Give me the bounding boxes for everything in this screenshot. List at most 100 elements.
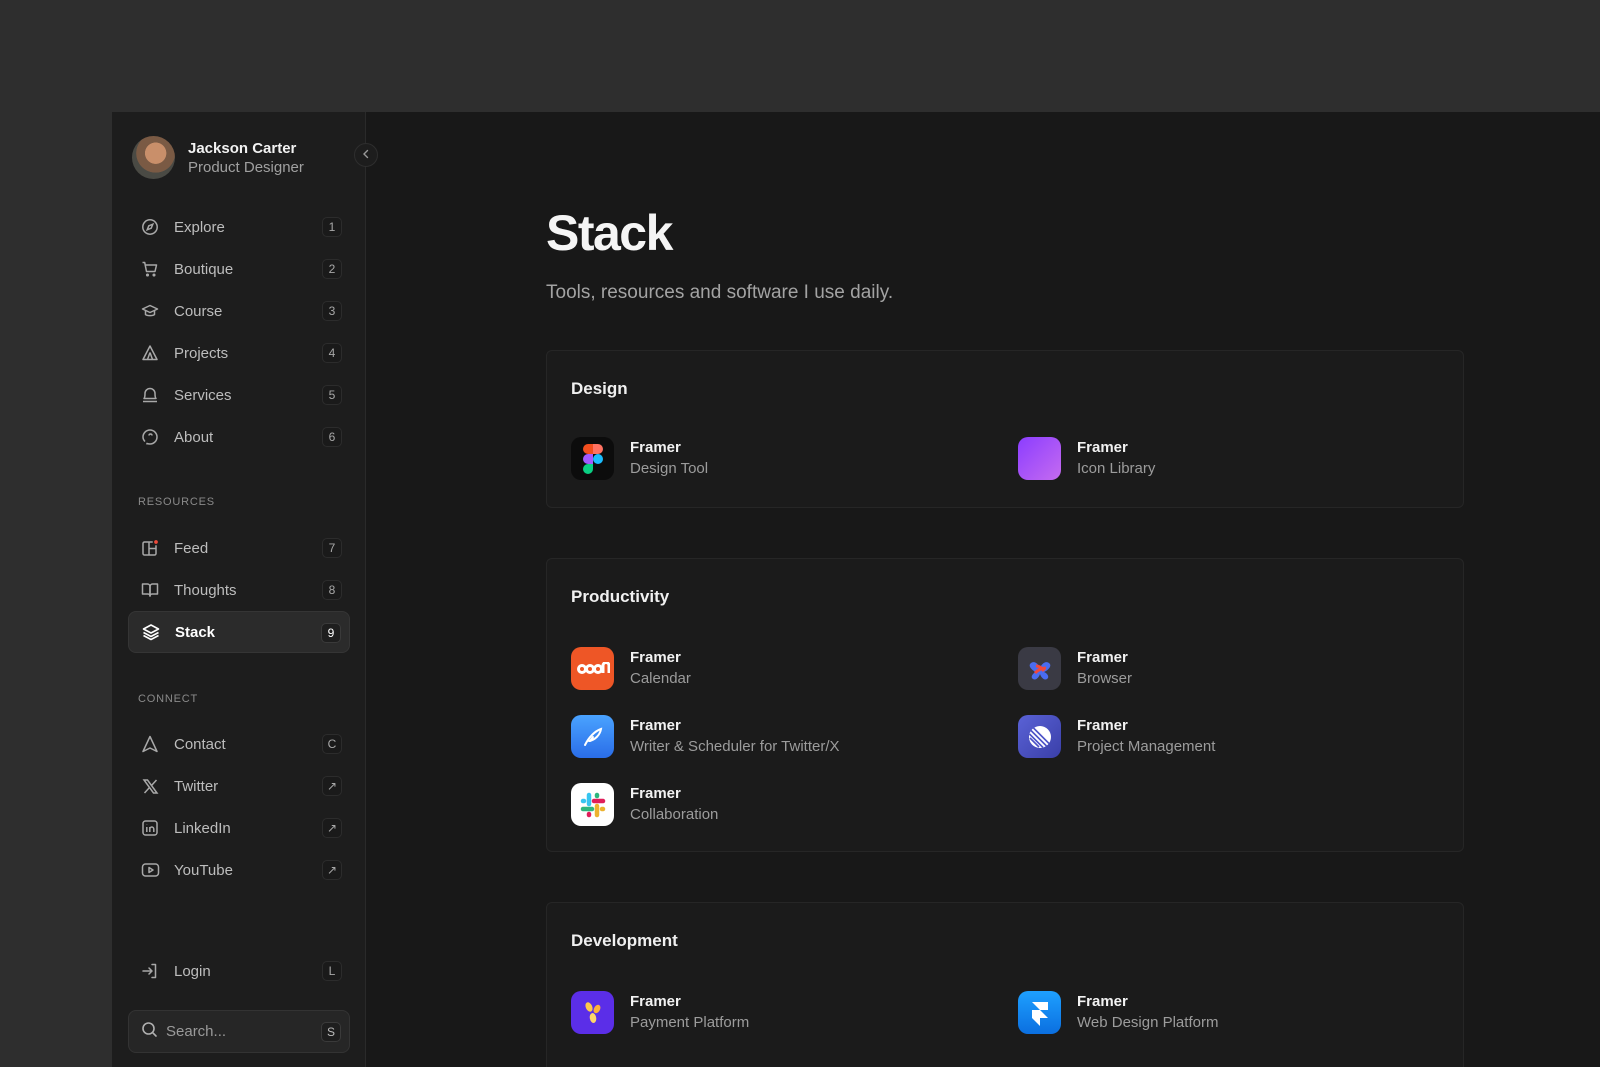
sidebar-item-boutique[interactable]: Boutique 2 [128, 248, 350, 290]
sidebar-item-thoughts[interactable]: Thoughts 8 [128, 569, 350, 611]
tool-item[interactable]: Framer Browser [1018, 647, 1438, 690]
figma-icon [571, 437, 614, 480]
tool-description: Web Design Platform [1077, 1014, 1219, 1031]
section-design: Design Framer Design Tool Framer Icon Libr… [546, 350, 1464, 508]
tool-name: Framer [630, 649, 681, 666]
tool-name: Framer [1077, 993, 1128, 1010]
sidebar-item-label: Twitter [174, 777, 219, 795]
page-title: Stack [546, 205, 673, 261]
sidebar-item-label: Thoughts [174, 581, 237, 599]
tool-description: Payment Platform [630, 1014, 750, 1031]
search-box[interactable]: S [128, 1010, 350, 1053]
section-development: Development Framer Payment Platform Frame… [546, 902, 1464, 1067]
tool-name: Framer [630, 717, 681, 734]
feed-icon [140, 538, 160, 558]
linkedin-icon [140, 818, 160, 838]
sidebar-item-label: About [174, 428, 214, 446]
shortcut-key: 6 [322, 427, 342, 447]
feather-app-icon [571, 715, 614, 758]
tool-name: Framer [1077, 649, 1128, 666]
sidebar-item-stack[interactable]: Stack 9 [128, 611, 350, 653]
tool-name: Framer [630, 993, 681, 1010]
payment-app-icon [571, 991, 614, 1034]
sidebar-item-course[interactable]: Course 3 [128, 290, 350, 332]
resources-nav: Feed 7 Thoughts 8 Stack 9 [128, 527, 350, 653]
tool-name: Framer [1077, 439, 1128, 456]
tool-description: Project Management [1077, 738, 1216, 755]
sidebar-item-label: Services [174, 386, 232, 404]
sidebar-item-contact[interactable]: Contact C [128, 723, 350, 765]
login-icon [140, 961, 160, 981]
sidebar-item-label: Explore [174, 218, 225, 236]
tool-name: Framer [630, 439, 681, 456]
sidebar-item-label: Stack [175, 623, 216, 641]
sidebar-item-label: Boutique [174, 260, 234, 278]
gradient-square-icon [1018, 437, 1061, 480]
section-title: Design [571, 379, 628, 398]
search-input[interactable] [166, 1023, 306, 1040]
shortcut-key: 9 [321, 623, 341, 643]
shortcut-key: 5 [322, 385, 342, 405]
speech-icon [140, 427, 160, 447]
tool-description: Browser [1077, 670, 1133, 687]
chevron-left-icon [361, 146, 371, 164]
tool-item[interactable]: Framer Icon Library [1018, 437, 1438, 480]
sidebar-item-about[interactable]: About 6 [128, 416, 350, 458]
tool-item[interactable]: Framer Payment Platform [571, 991, 991, 1034]
tool-item[interactable]: Framer Project Management [1018, 715, 1438, 758]
tent-icon [140, 343, 160, 363]
linear-app-icon [1018, 715, 1061, 758]
login-button[interactable]: Login L [128, 950, 350, 992]
section-title: Productivity [571, 587, 670, 606]
external-link-icon: ↗ [322, 818, 342, 838]
login-nav: Login L [128, 950, 350, 992]
connect-nav: Contact C Twitter ↗ LinkedIn ↗ YouTube ↗ [128, 723, 350, 891]
sidebar-item-linkedin[interactable]: LinkedIn ↗ [128, 807, 350, 849]
tool-description: Calendar [630, 670, 691, 687]
shortcut-key: 3 [322, 301, 342, 321]
sidebar-item-services[interactable]: Services 5 [128, 374, 350, 416]
shortcut-key: 4 [322, 343, 342, 363]
sidebar-item-feed[interactable]: Feed 7 [128, 527, 350, 569]
sidebar-item-explore[interactable]: Explore 1 [128, 206, 350, 248]
bell-icon [140, 385, 160, 405]
sidebar-item-label: Feed [174, 539, 209, 557]
tool-item[interactable]: Framer Calendar [571, 647, 991, 690]
shortcut-key: S [321, 1022, 341, 1042]
profile-role: Product Designer [188, 158, 304, 176]
sidebar-item-youtube[interactable]: YouTube ↗ [128, 849, 350, 891]
tool-item[interactable]: Framer Design Tool [571, 437, 991, 480]
tool-description: Collaboration [630, 806, 719, 823]
send-icon [140, 734, 160, 754]
sidebar-item-label: Projects [174, 344, 229, 362]
sidebar-item-projects[interactable]: Projects 4 [128, 332, 350, 374]
login-label: Login [174, 962, 211, 980]
shortcut-key: C [322, 734, 342, 754]
tool-item[interactable]: Framer Collaboration [571, 783, 991, 826]
collapse-sidebar-button[interactable] [354, 143, 378, 167]
tool-description: Writer & Scheduler for Twitter/X [630, 738, 840, 755]
shortcut-key: 2 [322, 259, 342, 279]
tool-item[interactable]: Framer Writer & Scheduler for Twitter/X [571, 715, 991, 758]
sidebar-item-twitter[interactable]: Twitter ↗ [128, 765, 350, 807]
page-subtitle: Tools, resources and software I use dail… [546, 282, 894, 303]
tool-item[interactable]: Framer Web Design Platform [1018, 991, 1438, 1034]
calendar-app-icon [571, 647, 614, 690]
compass-icon [140, 217, 160, 237]
x-icon [140, 776, 160, 796]
external-link-icon: ↗ [322, 776, 342, 796]
tool-description: Design Tool [630, 460, 709, 477]
sidebar: Jackson Carter Product Designer Explore … [112, 112, 366, 1067]
avatar [132, 136, 175, 179]
graduation-cap-icon [140, 301, 160, 321]
section-title-connect: CONNECT [138, 693, 198, 705]
external-link-icon: ↗ [322, 860, 342, 880]
sidebar-item-label: Course [174, 302, 223, 320]
profile[interactable]: Jackson Carter Product Designer [132, 136, 304, 179]
layers-icon [141, 622, 161, 642]
slack-app-icon [571, 783, 614, 826]
sidebar-item-label: LinkedIn [174, 819, 231, 837]
section-title: Development [571, 931, 678, 950]
shortcut-key: L [322, 961, 342, 981]
framer-app-icon [1018, 991, 1061, 1034]
